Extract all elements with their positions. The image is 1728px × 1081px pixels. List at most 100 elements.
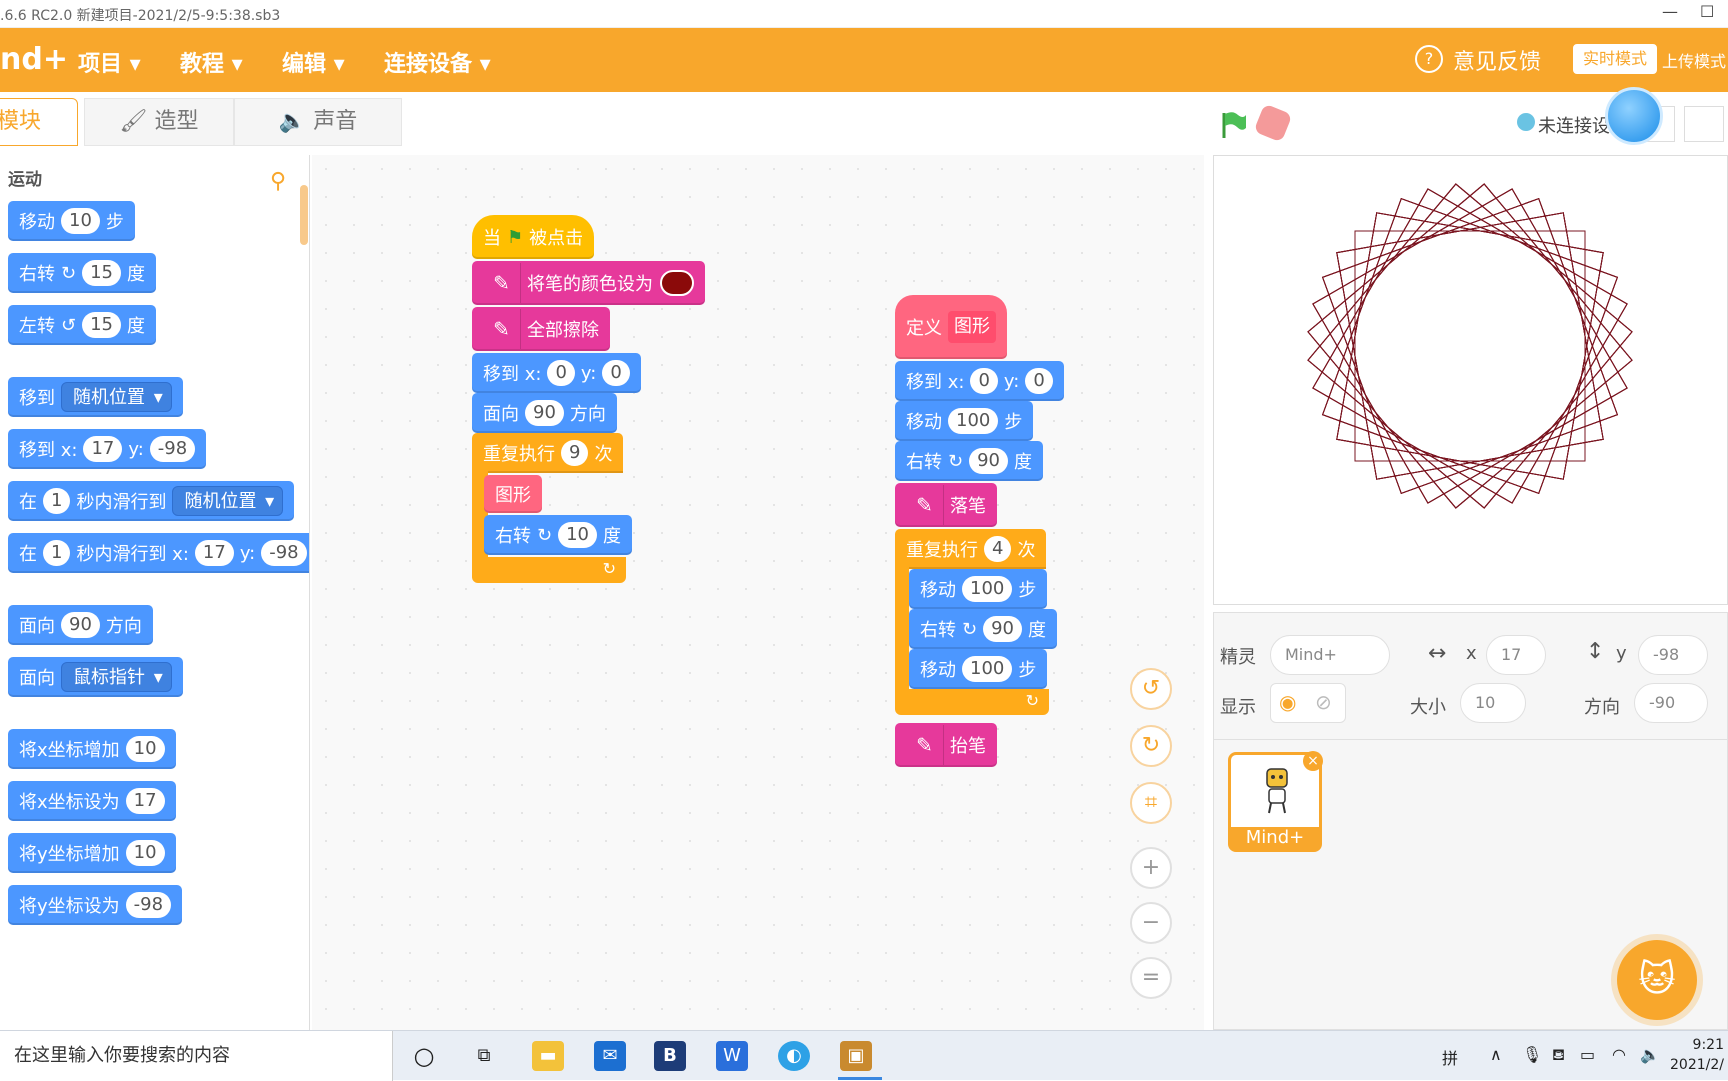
- x-input[interactable]: 0: [970, 368, 998, 394]
- x-input[interactable]: 0: [547, 360, 575, 386]
- app-tray-icon[interactable]: ⛾: [1552, 1045, 1565, 1066]
- pin-icon[interactable]: ⚲: [270, 169, 286, 194]
- menu-connect-device[interactable]: 连接设备 ▾: [384, 46, 491, 78]
- block-glide-random[interactable]: 在 1 秒内滑行到 随机位置 ▾: [8, 481, 295, 521]
- block-glide-xy[interactable]: 在 1 秒内滑行到 x: 17 y: -98: [8, 533, 309, 573]
- block-turn-right[interactable]: 右转 ↻ 15 度: [8, 253, 156, 293]
- tab-sounds[interactable]: 🔈 声音: [234, 98, 402, 146]
- x-input[interactable]: 17: [194, 540, 234, 566]
- block-point-direction[interactable]: 面向 90 方向: [472, 393, 617, 433]
- seconds-input[interactable]: 1: [43, 488, 71, 514]
- palette-scrollbar[interactable]: [300, 185, 308, 245]
- block-move-steps[interactable]: 移动 100 步: [909, 569, 1048, 609]
- steps-input[interactable]: 100: [948, 408, 999, 434]
- upload-mode-toggle[interactable]: 上传模式: [1662, 48, 1726, 72]
- repeat-count-input[interactable]: 9: [561, 440, 589, 466]
- seconds-input[interactable]: 1: [43, 540, 71, 566]
- block-goto-xy[interactable]: 移到 x: 0 y: 0: [895, 361, 1064, 401]
- block-point-towards[interactable]: 面向 鼠标指针 ▾: [8, 657, 183, 697]
- b-app-icon[interactable]: B: [654, 1041, 686, 1071]
- y-input[interactable]: 0: [1025, 368, 1053, 394]
- block-goto-xy[interactable]: 移到 x: 17 y: -98: [8, 429, 207, 469]
- block-define-shape[interactable]: 定义 图形: [895, 295, 1007, 359]
- large-stage-button[interactable]: [1684, 106, 1724, 142]
- crop-icon[interactable]: ⌗: [1130, 782, 1172, 824]
- stage-canvas[interactable]: [1213, 155, 1728, 605]
- size-input[interactable]: 10: [1460, 683, 1526, 723]
- x-input[interactable]: 17: [83, 436, 123, 462]
- direction-input[interactable]: 90: [61, 612, 100, 638]
- block-set-x[interactable]: 将x坐标设为 17: [8, 781, 176, 821]
- degrees-input[interactable]: 90: [969, 448, 1008, 474]
- ime-indicator[interactable]: 拼: [1442, 1045, 1458, 1069]
- y-input[interactable]: -98: [261, 540, 307, 566]
- cortana-icon[interactable]: ○: [408, 1041, 440, 1071]
- zoom-reset-button[interactable]: =: [1130, 957, 1172, 999]
- maximize-button[interactable]: ☐: [1700, 2, 1714, 21]
- add-sprite-cat-icon[interactable]: 🐱: [1617, 940, 1697, 1020]
- steps-input[interactable]: 10: [61, 208, 100, 234]
- block-goto-xy[interactable]: 移到 x: 0 y: 0: [472, 353, 641, 393]
- microphone-icon[interactable]: 🎙: [1522, 1045, 1542, 1064]
- degrees-input[interactable]: 15: [82, 312, 121, 338]
- block-move-steps[interactable]: 移动 10 步: [8, 201, 135, 241]
- battery-icon[interactable]: ▭: [1580, 1045, 1595, 1064]
- value-input[interactable]: -98: [125, 892, 172, 918]
- block-pen-up[interactable]: ✎ 抬笔: [895, 723, 997, 767]
- steps-input[interactable]: 100: [962, 656, 1013, 682]
- code-workspace[interactable]: 当 ⚑ 被点击 ✎ 将笔的颜色设为 ✎ 全部擦除 移到 x: 0 y: 0 面向 90 方向 重复…: [312, 155, 1204, 1030]
- task-view-icon[interactable]: ⧉: [468, 1041, 500, 1071]
- block-set-y[interactable]: 将y坐标设为 -98: [8, 885, 183, 925]
- feedback-button[interactable]: 意见反馈: [1453, 44, 1541, 76]
- menu-tutorial[interactable]: 教程 ▾: [180, 46, 243, 78]
- wifi-icon[interactable]: ◠: [1612, 1045, 1626, 1064]
- volume-icon[interactable]: 🔈: [1640, 1045, 1660, 1064]
- delete-sprite-button[interactable]: ×: [1303, 751, 1323, 771]
- block-goto[interactable]: 移到 随机位置 ▾: [8, 377, 183, 417]
- block-turn-right[interactable]: 右转 ↻ 90 度: [909, 609, 1057, 649]
- chevron-up-icon[interactable]: ∧: [1490, 1045, 1502, 1064]
- zoom-out-button[interactable]: −: [1130, 902, 1172, 944]
- assistant-bubble-icon[interactable]: [1605, 87, 1663, 145]
- towards-dropdown[interactable]: 鼠标指针 ▾: [61, 662, 172, 692]
- degrees-input[interactable]: 15: [82, 260, 121, 286]
- eye-hidden-icon[interactable]: ⊘: [1315, 690, 1332, 714]
- tab-blocks[interactable]: 模块: [0, 98, 78, 146]
- block-set-pen-color[interactable]: ✎ 将笔的颜色设为: [472, 261, 705, 305]
- block-turn-left[interactable]: 左转 ↺ 15 度: [8, 305, 156, 345]
- eye-icon[interactable]: ◉: [1279, 690, 1296, 714]
- direction-input[interactable]: 90: [525, 400, 564, 426]
- sprite-card[interactable]: Mind+ ×: [1228, 751, 1323, 852]
- mail-icon[interactable]: ✉: [594, 1041, 626, 1071]
- block-when-flag-clicked[interactable]: 当 ⚑ 被点击: [472, 215, 595, 259]
- block-change-x[interactable]: 将x坐标增加 10: [8, 729, 176, 769]
- direction-input[interactable]: -90: [1634, 683, 1708, 723]
- y-input[interactable]: -98: [149, 436, 196, 462]
- sprite-name-input[interactable]: Mind+: [1270, 635, 1390, 675]
- file-explorer-icon[interactable]: ▬: [532, 1041, 564, 1071]
- y-input[interactable]: -98: [1638, 635, 1708, 675]
- value-input[interactable]: 10: [125, 736, 165, 762]
- menu-project[interactable]: 项目 ▾: [78, 46, 141, 78]
- color-swatch[interactable]: [660, 270, 694, 296]
- zoom-in-button[interactable]: +: [1130, 847, 1172, 889]
- x-input[interactable]: 17: [1486, 635, 1546, 675]
- block-call-shape[interactable]: 图形: [484, 475, 542, 513]
- y-input[interactable]: 0: [602, 360, 630, 386]
- system-clock[interactable]: 9:21 2021/2/: [1670, 1035, 1724, 1075]
- redo-button[interactable]: ↻: [1130, 725, 1172, 767]
- taskbar-search-input[interactable]: 在这里输入你要搜索的内容: [0, 1031, 393, 1081]
- block-pen-clear[interactable]: ✎ 全部擦除: [472, 307, 610, 351]
- block-pen-down[interactable]: ✎ 落笔: [895, 483, 997, 527]
- wps-icon[interactable]: W: [716, 1041, 748, 1071]
- feedback-icon[interactable]: ?: [1415, 45, 1443, 73]
- glide-target-dropdown[interactable]: 随机位置 ▾: [172, 486, 284, 516]
- degrees-input[interactable]: 90: [983, 616, 1022, 642]
- repeat-count-input[interactable]: 4: [984, 536, 1012, 562]
- steps-input[interactable]: 100: [962, 576, 1013, 602]
- block-repeat[interactable]: 重复执行 9 次: [472, 433, 624, 473]
- block-move-steps[interactable]: 移动 100 步: [895, 401, 1034, 441]
- value-input[interactable]: 10: [125, 840, 165, 866]
- browser-icon[interactable]: ◐: [778, 1041, 810, 1071]
- realtime-mode-toggle[interactable]: 实时模式: [1573, 44, 1657, 74]
